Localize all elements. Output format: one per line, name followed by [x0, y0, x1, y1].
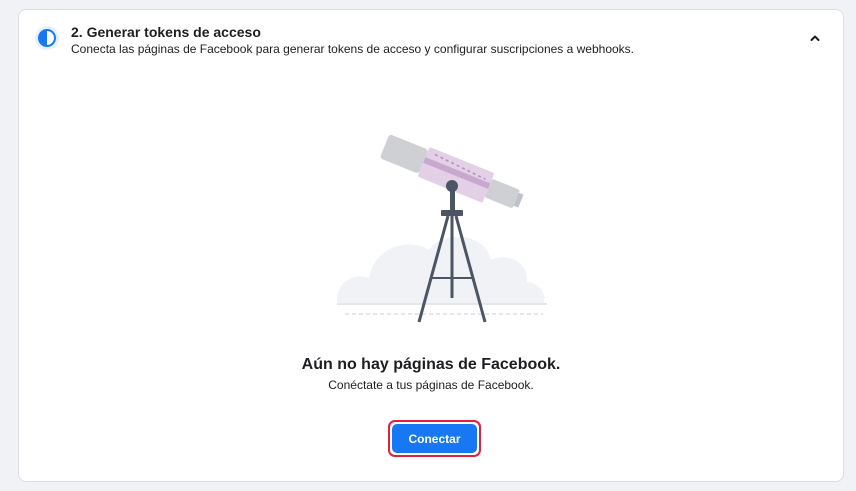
empty-state-description: Conéctate a tus páginas de Facebook.: [328, 378, 534, 392]
section-subtitle: Conecta las páginas de Facebook para gen…: [71, 42, 634, 56]
generate-tokens-card: 2. Generar tokens de acceso Conecta las …: [18, 9, 844, 482]
chevron-up-icon: [809, 31, 821, 49]
collapse-button[interactable]: [803, 28, 827, 52]
section-title: 2. Generar tokens de acceso: [71, 24, 261, 40]
telescope-illustration: [315, 128, 555, 334]
half-circle-icon: [35, 26, 59, 50]
section-header: 2. Generar tokens de acceso Conecta las …: [19, 10, 843, 70]
empty-state-title: Aún no hay páginas de Facebook.: [301, 356, 561, 373]
connect-button[interactable]: Conectar: [392, 424, 477, 453]
